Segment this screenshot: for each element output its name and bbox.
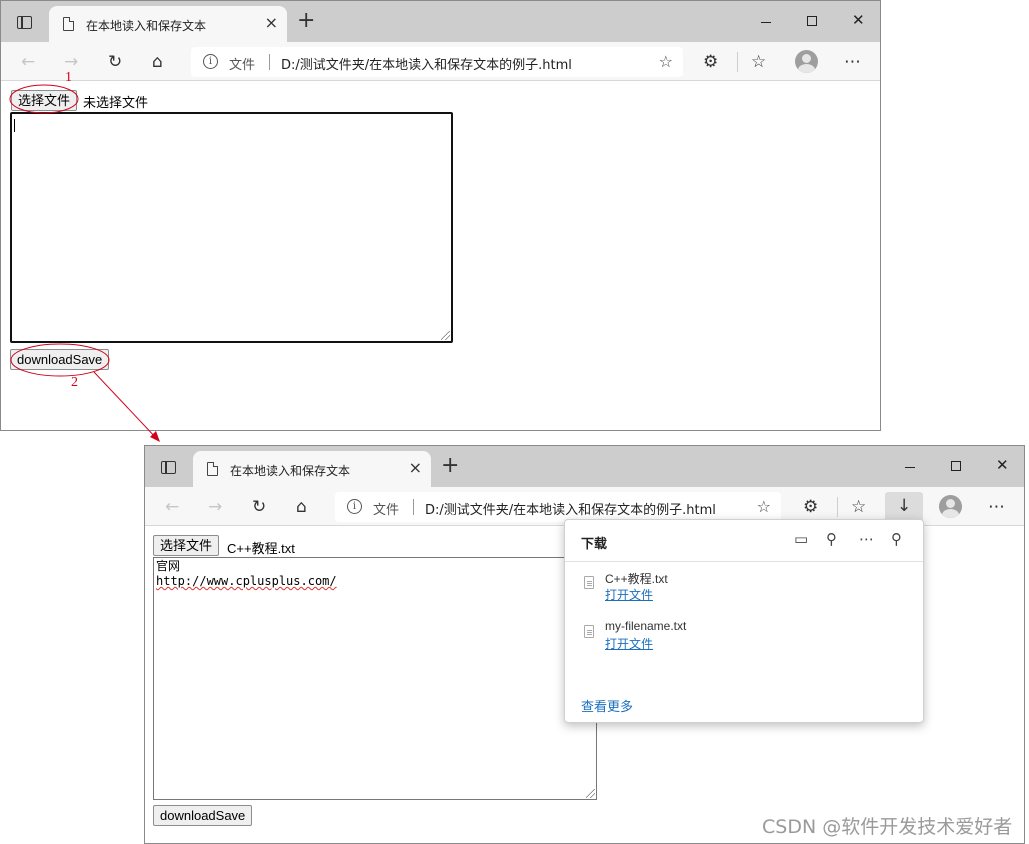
annotation-label-1: 1 (65, 70, 72, 85)
toolbar: ← → ↻ ⌂ i 文件 D:/测试文件夹/在本地读入和保存文本的例子.html… (1, 42, 880, 81)
download-filename: my-filename.txt (605, 619, 687, 633)
favorites-icon[interactable]: ☆ (851, 497, 866, 517)
forward-icon[interactable]: → (64, 52, 78, 72)
choose-file-button[interactable]: 选择文件 (153, 535, 220, 556)
tab-actions-icon[interactable] (161, 461, 176, 474)
text-area[interactable]: 官网 http://www.cplusplus.com/ (153, 557, 597, 800)
more-icon[interactable]: ⋯ (859, 530, 874, 548)
tab-actions-icon[interactable] (17, 16, 32, 29)
download-save-button[interactable]: downloadSave (153, 805, 253, 826)
profile-icon[interactable] (939, 495, 962, 518)
resize-grip[interactable] (586, 789, 595, 798)
text-line-1: 官网 (156, 559, 181, 573)
file-icon (584, 625, 594, 638)
download-icon: ↓ (897, 496, 912, 516)
tab-active[interactable]: 在本地读入和保存文本 × (193, 451, 431, 487)
open-file-link[interactable]: 打开文件 (605, 635, 653, 652)
minimize-button[interactable] (905, 467, 915, 468)
file-icon (584, 576, 594, 589)
search-icon[interactable]: ⚲ (826, 530, 837, 548)
extensions-icon[interactable]: ⚙ (703, 52, 718, 72)
more-icon[interactable]: ⋯ (988, 497, 1005, 517)
tab-active[interactable]: 在本地读入和保存文本 × (49, 6, 287, 42)
info-icon[interactable]: i (347, 499, 362, 514)
browser-window-top: 在本地读入和保存文本 × + ✕ ← → ↻ ⌂ i 文件 D:/测试文件夹/在… (0, 0, 881, 431)
file-status: C++教程.txt (227, 541, 295, 556)
home-icon[interactable]: ⌂ (296, 497, 307, 517)
url-text[interactable]: D:/测试文件夹/在本地读入和保存文本的例子.html (281, 54, 572, 73)
profile-icon[interactable] (795, 50, 818, 73)
extensions-icon[interactable]: ⚙ (803, 497, 818, 517)
add-favorite-icon[interactable]: ☆ (757, 497, 771, 516)
annotation-label-2: 2 (71, 375, 78, 390)
download-item[interactable]: C++教程.txt 打开文件 (565, 570, 923, 618)
tab-title: 在本地读入和保存文本 (86, 19, 207, 33)
tab-strip: 在本地读入和保存文本 × + ✕ (145, 446, 1024, 487)
text-area[interactable] (10, 112, 453, 343)
close-window-button[interactable]: ✕ (996, 457, 1009, 473)
downloads-panel: 下载 ▭ ⚲ ⋯ ⚲ C++教程.txt 打开文件 my-filename.tx… (564, 519, 924, 723)
see-more-link[interactable]: 查看更多 (581, 696, 633, 715)
more-icon[interactable]: ⋯ (844, 52, 861, 72)
address-bar[interactable]: i 文件 D:/测试文件夹/在本地读入和保存文本的例子.html ☆ (191, 47, 683, 77)
watermark: CSDN @软件开发技术爱好者 (762, 816, 1013, 838)
tab-strip: 在本地读入和保存文本 × + ✕ (1, 1, 880, 42)
site-info-label: 文件 (373, 503, 400, 518)
tab-close-button[interactable]: × (265, 14, 278, 32)
refresh-icon[interactable]: ↻ (108, 52, 122, 72)
minimize-button[interactable] (761, 22, 771, 23)
annotation-arrow-head (150, 431, 160, 442)
tab-title: 在本地读入和保存文本 (230, 464, 351, 478)
new-tab-button[interactable]: + (297, 10, 315, 32)
folder-icon[interactable]: ▭ (794, 530, 808, 548)
download-item[interactable]: my-filename.txt 打开文件 (565, 619, 923, 667)
document-icon (63, 17, 74, 31)
text-area-content: 官网 http://www.cplusplus.com/ (156, 559, 337, 589)
info-icon[interactable]: i (203, 54, 218, 69)
pin-icon[interactable]: ⚲ (891, 530, 902, 548)
new-tab-button[interactable]: + (441, 455, 459, 477)
back-icon[interactable]: ← (21, 52, 35, 72)
divider (565, 561, 923, 562)
file-status: 未选择文件 (83, 95, 149, 110)
tab-close-button[interactable]: × (409, 459, 422, 477)
open-file-link[interactable]: 打开文件 (605, 586, 653, 603)
divider (737, 52, 738, 72)
favorites-icon[interactable]: ☆ (751, 52, 766, 72)
downloads-title: 下载 (581, 537, 608, 552)
maximize-button[interactable] (951, 461, 961, 471)
add-favorite-icon[interactable]: ☆ (659, 52, 673, 71)
divider (413, 499, 414, 515)
choose-file-button[interactable]: 选择文件 (11, 90, 78, 111)
close-window-button[interactable]: ✕ (852, 12, 865, 28)
text-line-2: http://www.cplusplus.com/ (156, 574, 337, 588)
document-icon (207, 462, 218, 476)
resize-grip[interactable] (441, 331, 450, 340)
maximize-button[interactable] (807, 16, 817, 26)
address-bar[interactable]: i 文件 D:/测试文件夹/在本地读入和保存文本的例子.html ☆ (335, 492, 781, 522)
refresh-icon[interactable]: ↻ (252, 497, 266, 517)
divider (269, 54, 270, 70)
url-text[interactable]: D:/测试文件夹/在本地读入和保存文本的例子.html (425, 499, 716, 518)
home-icon[interactable]: ⌂ (152, 52, 163, 72)
download-filename: C++教程.txt (605, 572, 668, 586)
forward-icon[interactable]: → (208, 497, 222, 517)
site-info-label: 文件 (229, 58, 256, 73)
back-icon[interactable]: ← (165, 497, 179, 517)
divider (837, 497, 838, 517)
download-save-button[interactable]: downloadSave (10, 349, 110, 370)
text-cursor (14, 119, 15, 132)
download-button[interactable]: ↓ (885, 492, 923, 522)
